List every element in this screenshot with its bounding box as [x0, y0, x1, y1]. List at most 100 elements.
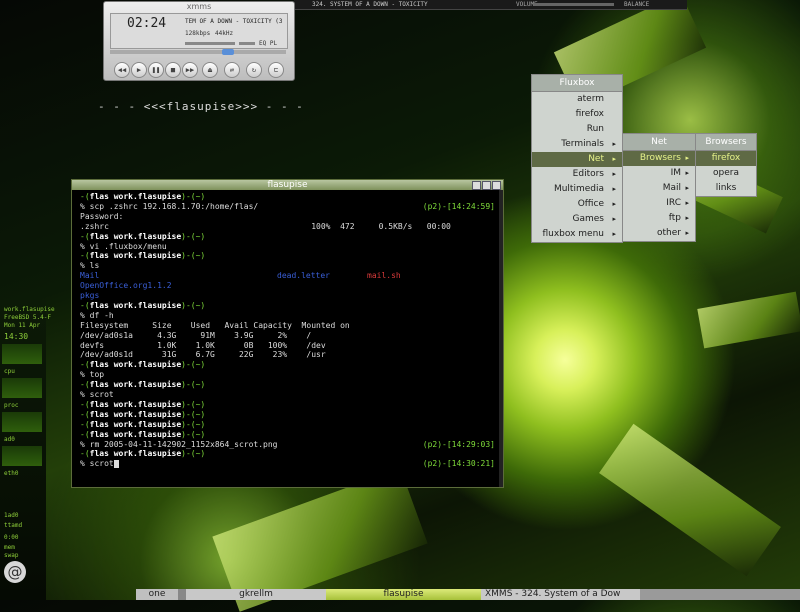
output-line: % ls [80, 261, 99, 270]
pl-toggle[interactable]: PL [270, 40, 277, 47]
output-line: % df -h [80, 311, 114, 320]
menu-item-editors[interactable]: Editors [532, 167, 622, 182]
eject-button[interactable]: ⏏ [202, 62, 218, 78]
line-text: pkgs [80, 291, 100, 300]
menu-item-ftp[interactable]: ftp [623, 211, 695, 226]
gk-bottom: swap [4, 552, 19, 559]
balance-slider[interactable] [239, 42, 255, 45]
volume-slider[interactable] [185, 42, 235, 45]
output-line: % scp .zshrc 192.168.1.70:/home/flas/ [80, 202, 258, 211]
line-text: % ls [80, 261, 100, 271]
repeat-button[interactable]: ↻ [246, 62, 262, 78]
line-text: /dev/ad0s1d 31G 6.7G 22G 23% /usr [80, 350, 326, 360]
prompt-line: -(flas work.flasupise)-(~) [80, 251, 206, 261]
menu-item-games[interactable]: Games [532, 212, 622, 227]
cpu-graph [2, 344, 42, 364]
line-text: % top [80, 370, 105, 380]
bitrate: 128kbps [185, 30, 211, 37]
playlist-button[interactable]: ⊏ [268, 62, 284, 78]
disk-graph [2, 412, 42, 432]
output-line: % rm 2005-04-11-142902_1152x864_scrot.pn… [80, 440, 277, 449]
menu-item-irc[interactable]: IRC [623, 196, 695, 211]
stop-button[interactable]: ■ [165, 62, 181, 78]
timestamp: (p2)-[14:30:21] [423, 459, 495, 468]
mail-at-icon[interactable]: @ [4, 561, 26, 583]
task-xmms[interactable]: XMMS - 324. System of a Dow [481, 589, 640, 600]
menu-item-im[interactable]: IM [623, 166, 695, 181]
menu-item-mail[interactable]: Mail [623, 181, 695, 196]
terminal-titlebar[interactable]: flasupise [72, 180, 503, 190]
ls-entry: mail.sh [367, 271, 401, 281]
scrollbar[interactable] [499, 190, 503, 487]
line-text: Password: [80, 211, 124, 221]
maximize-icon[interactable] [482, 181, 491, 190]
prev-button[interactable]: ◀◀ [114, 62, 130, 78]
menu-item-opera[interactable]: opera [696, 166, 756, 181]
output-line: Filesystem Size Used Avail Capacity Moun… [80, 321, 350, 330]
gk-date: Mon 11 Apr [4, 322, 41, 329]
prompt-line: -(flas work.flasupise)-(~) [80, 231, 206, 241]
line-text: % scrot [80, 390, 114, 399]
song-title: TEM OF A DOWN - TOXICITY (3:3 [185, 18, 283, 25]
output-line: % top [80, 370, 104, 379]
line-text: % vi .fluxbox/menu [80, 241, 167, 251]
line-text: /dev/ad0s1a 4.3G 91M 3.9G 2% / [80, 330, 312, 340]
xmms-shade-strip: 324. SYSTEM OF A DOWN - TOXICITY VOLUME … [294, 0, 687, 10]
output-line: % scrot [80, 459, 119, 468]
background-shard [599, 423, 781, 577]
proc-graph [2, 378, 42, 398]
menu-item-terminals[interactable]: Terminals [532, 137, 622, 152]
shuffle-button[interactable]: ⇄ [224, 62, 240, 78]
line-text: Mail [80, 271, 100, 281]
menu-item-other[interactable]: other [623, 226, 695, 241]
menu-item-run[interactable]: Run [532, 122, 622, 137]
track-title: 324. SYSTEM OF A DOWN - TOXICITY [312, 1, 428, 8]
volume-slider[interactable] [534, 3, 614, 6]
gk-label: eth0 [4, 470, 19, 477]
eq-toggle[interactable]: EQ [259, 40, 266, 47]
menu-item-links[interactable]: links [696, 181, 756, 196]
menu-item-multimedia[interactable]: Multimedia [532, 182, 622, 197]
task-gkrellm[interactable]: gkrellm [186, 589, 326, 600]
gk-bottom: 1ad0 [4, 512, 19, 519]
browsers-submenu: Browsers firefox opera links [695, 133, 757, 197]
prompt-line: -(flas work.flasupise)-(~) [80, 192, 206, 201]
menu-title: Fluxbox [532, 75, 622, 92]
close-icon[interactable] [492, 181, 501, 190]
task-flasupise[interactable]: flasupise [326, 589, 481, 600]
menu-item-firefox[interactable]: firefox [532, 107, 622, 122]
output-line: Password: [80, 212, 123, 221]
gk-os: FreeBSD 5.4-F [4, 314, 51, 321]
ls-entry: dead.letter [277, 271, 330, 281]
output-line: Mail [80, 271, 99, 280]
menu-item-office[interactable]: Office [532, 197, 622, 212]
output-line: OpenOffice.org1.1.2 [80, 281, 172, 290]
play-button[interactable]: ▶ [131, 62, 147, 78]
next-button[interactable]: ▶▶ [182, 62, 198, 78]
menu-item-firefox[interactable]: firefox [696, 151, 756, 166]
menu-title: Net [623, 134, 695, 151]
menu-item-net[interactable]: Net [532, 152, 622, 167]
elapsed-time[interactable]: 02:24 [127, 16, 166, 31]
timestamp-text: (p2)-[14:24:59] [422, 201, 495, 211]
line-text: % df -h [80, 310, 114, 320]
minimize-icon[interactable] [472, 181, 481, 190]
line-text: % rm 2005-04-11-142902_1152x864_scrot.pn… [80, 439, 278, 449]
seek-thumb[interactable] [222, 49, 234, 55]
menu-item-browsers[interactable]: Browsers [623, 151, 695, 166]
menu-item-fluxbox-menu[interactable]: fluxbox menu [532, 227, 622, 242]
pause-button[interactable]: ❚❚ [148, 62, 164, 78]
menu-item-aterm[interactable]: aterm [532, 92, 622, 107]
prompt-line: -(flas work.flasupise)-(~) [80, 399, 206, 409]
seek-bar[interactable] [110, 50, 286, 54]
gk-bottom: 0:00 [4, 534, 19, 541]
gk-label: cpu [4, 368, 15, 375]
eq-pl-toggles[interactable]: EQ PL [259, 40, 277, 47]
balance-label: BALANCE [624, 1, 650, 8]
xmms-title[interactable]: xmms [104, 2, 294, 12]
window-title: flasupise [267, 180, 308, 190]
workspace-name[interactable]: one [136, 589, 178, 600]
terminal-window[interactable]: flasupise -(flas work.flasupise)-(~)% sc… [71, 179, 504, 488]
output-line: pkgs [80, 291, 99, 300]
output-line: % vi .fluxbox/menu [80, 242, 167, 251]
